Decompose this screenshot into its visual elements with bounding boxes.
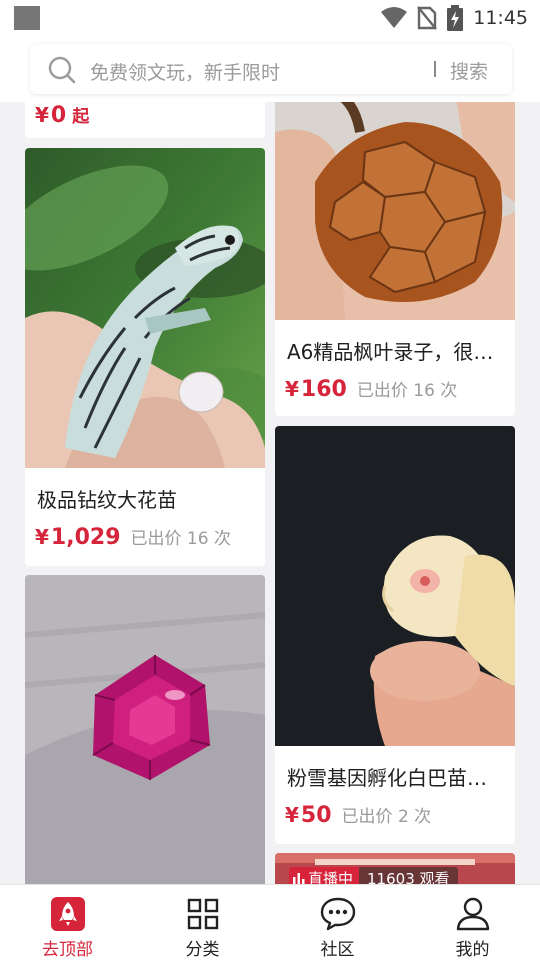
status-time: 11:45 bbox=[473, 7, 528, 29]
product-card[interactable]: A6精品枫叶录子，很好养的 ¥160 已出价 16 次 bbox=[275, 102, 515, 416]
product-card[interactable] bbox=[25, 575, 265, 884]
product-feed[interactable]: ¥0 起 极品钻纹大花苗 ¥1,029 已出价 16 次 A6精品枫叶录子，很好… bbox=[0, 102, 540, 884]
price-symbol: ¥ bbox=[35, 525, 49, 549]
tab-label: 去顶部 bbox=[42, 940, 93, 960]
rocket-icon bbox=[49, 895, 87, 933]
battery-charging-icon bbox=[447, 5, 464, 31]
chat-bubble-icon bbox=[319, 895, 357, 933]
tab-label: 分类 bbox=[185, 940, 220, 960]
product-title: A6精品枫叶录子，很好养的 bbox=[287, 340, 503, 364]
price-row: ¥0 起 bbox=[35, 102, 89, 128]
product-image-gemstone bbox=[25, 575, 265, 884]
price-symbol: ¥ bbox=[285, 803, 299, 827]
price-value: 1,029 bbox=[50, 525, 121, 550]
product-title: 极品钻纹大花苗 bbox=[37, 488, 177, 512]
bid-count: 已出价 2 次 bbox=[341, 807, 432, 827]
product-image-turtle bbox=[25, 148, 265, 468]
product-title: 粉雪基因孵化白巴苗，稀有品相 bbox=[287, 766, 503, 790]
search-icon bbox=[48, 56, 76, 84]
bid-count: 已出价 16 次 bbox=[130, 529, 231, 549]
product-card[interactable]: 粉雪基因孵化白巴苗，稀有品相 ¥50 已出价 2 次 bbox=[275, 426, 515, 844]
price-symbol: ¥ bbox=[35, 103, 49, 127]
price-suffix: 起 bbox=[72, 107, 90, 127]
search-button[interactable]: 搜索 bbox=[450, 57, 488, 84]
live-stream-card[interactable]: 直播中 11603 观看 bbox=[275, 853, 515, 884]
bid-count: 已出价 16 次 bbox=[356, 381, 458, 401]
live-tag: 直播中 bbox=[289, 867, 360, 885]
product-image-albino-turtle bbox=[275, 426, 515, 746]
status-bar: 11:45 bbox=[0, 0, 540, 36]
search-area: 免费领文玩，新手限时 搜索 bbox=[0, 36, 540, 102]
live-label: 直播中 bbox=[308, 869, 354, 885]
tab-label: 我的 bbox=[455, 940, 490, 960]
tab-profile[interactable]: 我的 bbox=[405, 885, 540, 960]
person-icon bbox=[454, 895, 492, 933]
search-divider bbox=[434, 61, 436, 77]
product-image-maple-turtle bbox=[275, 102, 515, 320]
price-value: 50 bbox=[300, 803, 332, 828]
product-card[interactable]: ¥0 起 bbox=[25, 102, 265, 138]
product-card[interactable]: 极品钻纹大花苗 ¥1,029 已出价 16 次 bbox=[25, 148, 265, 566]
price-value: 0 bbox=[50, 103, 67, 128]
search-input[interactable]: 免费领文玩，新手限时 搜索 bbox=[30, 44, 512, 94]
wifi-icon bbox=[381, 7, 408, 28]
search-placeholder: 免费领文玩，新手限时 bbox=[90, 62, 281, 84]
tab-categories[interactable]: 分类 bbox=[135, 885, 270, 960]
notification-icon bbox=[14, 6, 40, 30]
status-indicators: 11:45 bbox=[381, 5, 528, 31]
price-symbol: ¥ bbox=[285, 377, 299, 401]
tab-community[interactable]: 社区 bbox=[270, 885, 405, 960]
price-row: ¥50 已出价 2 次 bbox=[285, 802, 431, 828]
live-bars-icon bbox=[293, 873, 305, 884]
grid-icon bbox=[184, 895, 222, 933]
live-badge: 直播中 11603 观看 bbox=[289, 867, 458, 884]
bottom-tab-bar: 去顶部 分类 社区 我的 bbox=[0, 884, 540, 960]
no-sim-icon bbox=[417, 6, 438, 30]
price-row: ¥1,029 已出价 16 次 bbox=[35, 524, 231, 550]
tab-back-to-top[interactable]: 去顶部 bbox=[0, 885, 135, 960]
live-viewer-count: 11603 观看 bbox=[367, 869, 450, 885]
price-row: ¥160 已出价 16 次 bbox=[285, 376, 457, 402]
tab-label: 社区 bbox=[320, 940, 355, 960]
price-value: 160 bbox=[300, 377, 347, 402]
